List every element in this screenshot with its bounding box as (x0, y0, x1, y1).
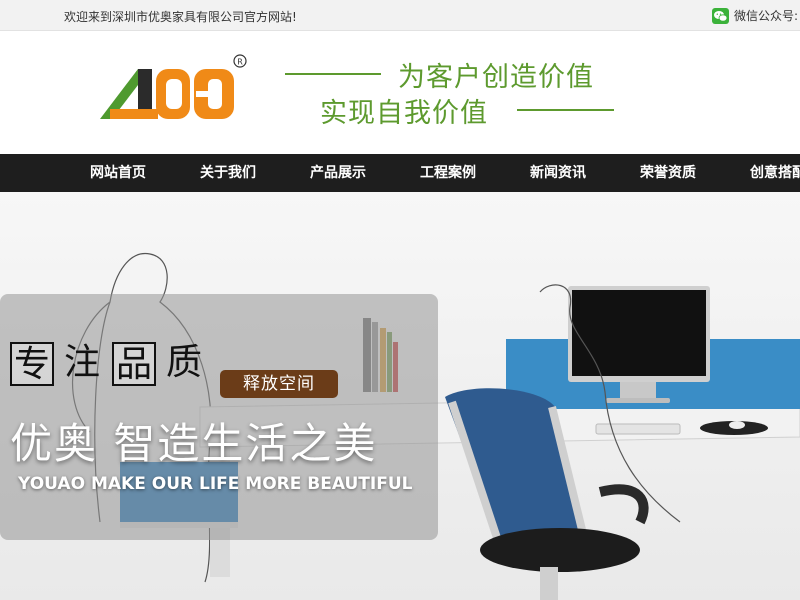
nav-item-creative[interactable]: 创意搭配 (750, 154, 800, 192)
banner-subline: YOUAO MAKE OUR LIFE MORE BEAUTIFUL (18, 474, 413, 494)
top-bar: 欢迎来到深圳市优奥家具有限公司官方网站! 微信公众号: (0, 0, 800, 31)
tag-char-2: 注 (63, 342, 100, 383)
nav-item-projects[interactable]: 工程案例 (420, 154, 476, 192)
wechat-link[interactable]: 微信公众号: (712, 7, 798, 24)
nav-item-home[interactable]: 网站首页 (90, 154, 146, 192)
nav-item-news[interactable]: 新闻资讯 (530, 154, 586, 192)
slogan-rule-right (517, 109, 614, 111)
nav-item-products[interactable]: 产品展示 (310, 154, 366, 192)
svg-text:R: R (237, 58, 243, 67)
slogan-rule-left (285, 73, 381, 75)
tag-char-3: 品 (112, 342, 156, 386)
wechat-icon (712, 7, 729, 24)
welcome-text: 欢迎来到深圳市优奥家具有限公司官方网站! (64, 10, 297, 24)
main-nav: 网站首页 关于我们 产品展示 工程案例 新闻资讯 荣誉资质 创意搭配 (0, 154, 800, 192)
tag-char-1: 专 (10, 342, 54, 386)
nav-item-about[interactable]: 关于我们 (200, 154, 256, 192)
company-logo[interactable]: R (100, 51, 250, 123)
hero-banner[interactable]: 专 注 品 质 释放空间 优奥 智造生活之美 YOUAO MAKE OUR LI… (0, 192, 800, 600)
slogan-line-1: 为客户创造价值 (398, 62, 594, 93)
nav-item-honors[interactable]: 荣誉资质 (640, 154, 696, 192)
tag-char-4: 质 (165, 342, 202, 383)
wechat-label: 微信公众号: (734, 9, 799, 23)
site-header: R 为客户创造价值 实现自我价值 (0, 31, 800, 154)
slogan-line-2: 实现自我价值 (320, 98, 488, 129)
release-space-badge: 释放空间 (220, 370, 338, 398)
banner-headline: 优奥 智造生活之美 (10, 419, 378, 468)
